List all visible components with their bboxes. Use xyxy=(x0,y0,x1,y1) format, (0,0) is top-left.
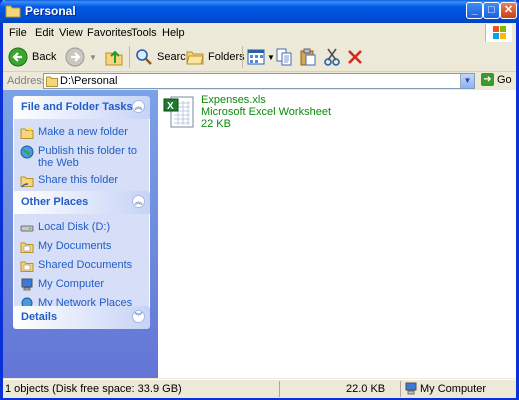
views-button[interactable]: ▼ xyxy=(247,46,275,68)
cut-button[interactable] xyxy=(323,46,341,68)
forward-dropdown-icon[interactable]: ▼ xyxy=(89,53,97,62)
folder-icon xyxy=(5,5,21,18)
place-my-documents[interactable]: My Documents xyxy=(14,237,149,256)
file-info: Expenses.xls Microsoft Excel Worksheet 2… xyxy=(201,94,331,130)
other-places-title: Other Places xyxy=(21,196,89,208)
collapse-chevron-icon[interactable]: ︽ xyxy=(132,100,145,113)
window-title: Personal xyxy=(25,4,76,18)
place-label: My Documents xyxy=(38,240,112,252)
views-icon xyxy=(247,49,265,65)
place-label: My Computer xyxy=(38,278,105,290)
folders-button[interactable]: Folders xyxy=(186,46,245,68)
details-title: Details xyxy=(21,311,58,323)
search-icon xyxy=(136,49,152,65)
place-my-computer[interactable]: My Computer xyxy=(14,275,149,294)
hard-drive-icon xyxy=(20,225,34,232)
folder-icon xyxy=(46,76,58,87)
go-arrow-icon: ➜ xyxy=(481,73,494,86)
menu-help[interactable]: Help xyxy=(162,27,185,39)
menu-tools[interactable]: Tools xyxy=(131,27,157,39)
other-places-panel: Other Places ︽ Local Disk (D:) My Docume… xyxy=(13,191,150,320)
file-name: Expenses.xls xyxy=(201,94,266,106)
details-panel: Details ︾ xyxy=(13,306,150,329)
computer-icon xyxy=(21,278,33,291)
menu-file[interactable]: File xyxy=(9,27,27,39)
collapse-chevron-icon[interactable]: ︽ xyxy=(132,195,145,208)
place-local-disk[interactable]: Local Disk (D:) xyxy=(14,218,149,237)
address-dropdown-icon[interactable]: ▼ xyxy=(460,74,474,88)
delete-x-icon xyxy=(348,50,362,64)
status-bar: 1 objects (Disk free space: 33.9 GB) 22.… xyxy=(3,379,516,398)
windows-logo xyxy=(485,24,512,42)
delete-button[interactable] xyxy=(346,46,364,68)
task-pane: File and Folder Tasks ︽ Make a new folde… xyxy=(3,90,158,378)
other-places-header[interactable]: Other Places ︽ xyxy=(13,191,150,214)
copy-to-button[interactable] xyxy=(275,46,293,68)
status-objects: 1 objects (Disk free space: 33.9 GB) xyxy=(5,383,182,395)
place-label: Shared Documents xyxy=(38,259,133,271)
title-bar[interactable]: Personal _ □ ✕ xyxy=(0,0,519,23)
search-button[interactable]: Search xyxy=(135,46,192,68)
clipboard-icon xyxy=(300,48,316,66)
file-folder-tasks-header[interactable]: File and Folder Tasks ︽ xyxy=(13,96,150,119)
details-header[interactable]: Details ︾ xyxy=(13,306,150,329)
address-value: D:\Personal xyxy=(60,75,118,87)
copy-icon xyxy=(276,48,292,66)
maximize-button[interactable]: □ xyxy=(483,2,500,19)
excel-file-icon: X xyxy=(163,94,195,130)
go-button[interactable]: ➜ Go xyxy=(481,73,512,86)
folders-icon xyxy=(186,51,204,65)
menu-favorites[interactable]: Favorites xyxy=(87,27,132,39)
menu-view[interactable]: View xyxy=(59,27,83,39)
minimize-button[interactable]: _ xyxy=(466,2,483,19)
task-label: Make a new folder xyxy=(38,126,128,138)
shared-folder-icon xyxy=(20,176,34,188)
address-label: Address xyxy=(7,75,48,87)
forward-arrow-icon xyxy=(65,47,85,67)
status-size: 22.0 KB xyxy=(346,383,386,395)
forward-button[interactable]: ▼ xyxy=(65,46,97,68)
up-folder-button[interactable] xyxy=(104,46,124,68)
documents-folder-icon xyxy=(20,242,34,253)
back-arrow-icon xyxy=(8,47,28,67)
close-button[interactable]: ✕ xyxy=(500,2,517,19)
paste-button[interactable] xyxy=(299,46,317,68)
task-share-folder[interactable]: Share this folder xyxy=(14,171,149,190)
views-dropdown-icon[interactable]: ▼ xyxy=(267,53,275,62)
svg-text:X: X xyxy=(167,101,174,112)
toolbar: Back ▼ ▼ Search Folders xyxy=(3,43,516,72)
shared-documents-icon xyxy=(20,261,34,272)
file-size: 22 KB xyxy=(201,118,231,130)
new-folder-icon xyxy=(20,126,34,139)
address-bar: Address D:\Personal ▼ ➜ Go xyxy=(3,72,516,91)
back-button[interactable]: Back ▼ xyxy=(8,46,72,68)
place-shared-documents[interactable]: Shared Documents xyxy=(14,256,149,275)
folders-label: Folders xyxy=(208,51,245,63)
place-label: Local Disk (D:) xyxy=(38,221,111,233)
menu-edit[interactable]: Edit xyxy=(35,27,54,39)
expand-chevron-icon[interactable]: ︾ xyxy=(132,310,145,323)
file-type: Microsoft Excel Worksheet xyxy=(201,106,332,118)
task-make-new-folder[interactable]: Make a new folder xyxy=(14,123,149,142)
scissors-icon xyxy=(324,48,340,66)
file-list[interactable]: X Expenses.xls Microsoft Excel Worksheet… xyxy=(158,90,516,378)
task-publish-folder[interactable]: Publish this folder to the Web xyxy=(14,142,149,171)
menu-bar: File Edit View Favorites Tools Help xyxy=(3,23,516,44)
go-label: Go xyxy=(497,73,512,86)
file-folder-tasks-title: File and Folder Tasks xyxy=(21,101,133,113)
computer-icon xyxy=(405,382,417,395)
address-input[interactable]: D:\Personal ▼ xyxy=(43,73,475,89)
globe-icon xyxy=(20,145,34,159)
file-folder-tasks-panel: File and Folder Tasks ︽ Make a new folde… xyxy=(13,96,150,197)
status-location: My Computer xyxy=(420,383,487,395)
task-label: Share this folder xyxy=(38,174,119,186)
file-item-expenses[interactable]: X Expenses.xls Microsoft Excel Worksheet… xyxy=(163,94,331,130)
task-label: Publish this folder to the Web xyxy=(38,145,138,169)
back-label: Back xyxy=(32,51,57,63)
up-folder-icon xyxy=(105,50,123,66)
